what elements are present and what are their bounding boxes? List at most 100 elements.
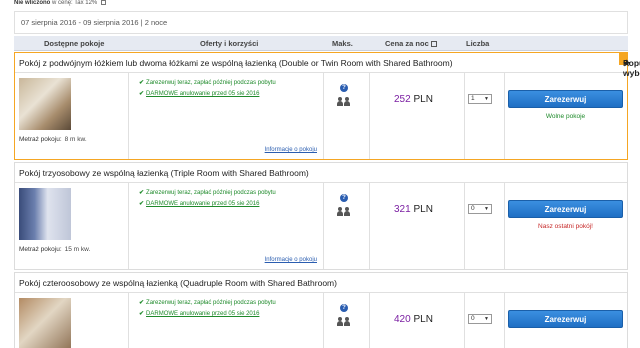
max-occupancy-cell: ? <box>324 73 370 159</box>
offer-pay-later: ✔ Zarezerwuj teraz, zapłać później podcza… <box>139 79 276 86</box>
tax-note: Nie wliczono w cenę: Tax 12% <box>14 0 106 10</box>
chevron-down-icon: ▼ <box>484 206 489 212</box>
chevron-down-icon: ▼ <box>484 316 489 322</box>
quantity-cell: 0 ▼ <box>465 183 505 269</box>
room-title[interactable]: Pokój czteroosobowy ze wspólną łazienką … <box>19 278 337 288</box>
room-title-bar: Pokój z podwójnym łóżkiem lub dwoma łóżk… <box>15 53 640 78</box>
room-title[interactable]: Pokój z podwójnym łóżkiem lub dwoma łóżk… <box>19 58 453 68</box>
currency-info-icon[interactable] <box>430 41 437 48</box>
quantity-select[interactable]: 0 ▼ <box>468 204 492 214</box>
price: 321 PLN <box>394 204 433 215</box>
check-icon: ✔ <box>139 300 145 306</box>
room-title[interactable]: Pokój trzyosobowy ze wspólną łazienką (T… <box>19 168 309 178</box>
room-row-quadruple: Pokój czteroosobowy ze wspólną łazienką … <box>14 272 628 348</box>
room-row-double-twin: Pokój z podwójnym łóżkiem lub dwoma łóżk… <box>14 52 640 160</box>
question-icon[interactable]: ? <box>340 194 348 202</box>
price-currency: PLN <box>413 314 433 325</box>
table-header: Dostępne pokoje Oferty i korzyści Maks. … <box>14 36 628 51</box>
price-value: 321 <box>394 204 411 215</box>
booking-cell: Zarezerwuj Wolne pokoje <box>505 73 627 159</box>
room-area: Metraż pokoju: 15 m kw. <box>19 246 90 253</box>
offer-pay-later-text: Zarezerwuj teraz, zapłać później podczas… <box>146 190 276 196</box>
booking-cell: Zarezerwuj <box>505 293 627 348</box>
header-price-label: Cena za noc <box>385 39 429 48</box>
offer-free-cancel: ✔ DARMOWE anulowanie przed 05 sie 2016 <box>139 310 259 317</box>
two-persons-icon <box>337 316 351 326</box>
price-cell: 321 PLN <box>370 183 465 269</box>
book-button[interactable]: Zarezerwuj <box>508 200 623 218</box>
room-area-value: 8 m kw. <box>64 136 87 143</box>
offers-cell: ✔ Zarezerwuj teraz, zapłać później podcza… <box>129 183 324 269</box>
offer-pay-later: ✔ Zarezerwuj teraz, zapłać później podcza… <box>139 299 276 306</box>
max-occupancy-cell: ? <box>324 183 370 269</box>
room-photo-cell <box>15 293 129 348</box>
offer-free-cancel-link[interactable]: DARMOWE anulowanie przed 05 sie 2016 <box>146 201 259 207</box>
quantity-select[interactable]: 1 ▼ <box>468 94 492 104</box>
price-currency: PLN <box>413 204 433 215</box>
header-rooms: Dostępne pokoje <box>44 39 105 48</box>
header-max: Maks. <box>332 39 353 48</box>
header-offers: Oferty i korzyści <box>200 39 259 48</box>
booking-cell: Zarezerwuj Nasz ostatni pokój! <box>505 183 627 269</box>
date-range-text: 07 sierpnia 2016 - 09 sierpnia 2016 | 2 … <box>21 18 168 27</box>
question-icon[interactable]: ? <box>340 304 348 312</box>
two-persons-icon <box>337 206 351 216</box>
availability-text: Wolne pokoje <box>545 113 586 120</box>
offer-free-cancel-link[interactable]: DARMOWE anulowanie przed 05 sie 2016 <box>146 311 259 317</box>
room-photo[interactable] <box>19 78 71 130</box>
offers-cell: ✔ Zarezerwuj teraz, zapłać później podcza… <box>129 73 324 159</box>
price-currency: PLN <box>413 94 433 105</box>
room-photo-cell: Metraż pokoju: 15 m kw. <box>15 183 129 269</box>
quantity-cell: 0 ▼ <box>465 293 505 348</box>
question-icon[interactable]: ? <box>340 84 348 92</box>
check-icon: ✔ <box>139 311 145 317</box>
quantity-cell: 1 ▼ <box>465 73 505 159</box>
price: 252 PLN <box>394 94 433 105</box>
room-photo-cell: Metraż pokoju: 8 m kw. <box>15 73 129 159</box>
external-link-icon[interactable] <box>100 0 106 5</box>
price-cell: 252 PLN <box>370 73 465 159</box>
check-icon: ✔ <box>139 201 145 207</box>
room-title-bar: Pokój czteroosobowy ze wspólną łazienką … <box>15 273 627 293</box>
quantity-value: 0 <box>471 205 475 212</box>
room-title-bar: Pokój trzyosobowy ze wspólną łazienką (T… <box>15 163 627 183</box>
offers-cell: ✔ Zarezerwuj teraz, zapłać później podcza… <box>129 293 324 348</box>
offer-free-cancel: ✔ DARMOWE anulowanie przed 05 sie 2016 <box>139 200 259 207</box>
room-row-triple: Pokój trzyosobowy ze wspólną łazienką (T… <box>14 162 628 270</box>
price-value: 420 <box>394 314 411 325</box>
quantity-value: 0 <box>471 315 475 322</box>
check-icon: ✔ <box>139 190 145 196</box>
offer-free-cancel-link[interactable]: DARMOWE anulowanie przed 05 sie 2016 <box>146 91 259 97</box>
room-info-link[interactable]: Informacje o pokoju <box>265 147 317 153</box>
tax-note-text: w cenę: Tax 12% <box>52 0 98 7</box>
book-button[interactable]: Zarezerwuj <box>508 310 623 328</box>
quantity-select[interactable]: 0 ▼ <box>468 314 492 324</box>
room-photo[interactable] <box>19 298 71 348</box>
room-photo[interactable] <box>19 188 71 240</box>
header-price: Cena za noc <box>385 39 437 48</box>
quantity-value: 1 <box>471 95 475 102</box>
room-area: Metraż pokoju: 8 m kw. <box>19 136 87 143</box>
offer-pay-later-text: Zarezerwuj teraz, zapłać później podczas… <box>146 80 276 86</box>
availability-text: Nasz ostatni pokój! <box>538 223 593 230</box>
check-icon: ✔ <box>139 91 145 97</box>
offer-free-cancel: ✔ DARMOWE anulowanie przed 05 sie 2016 <box>139 90 259 97</box>
price-value: 252 <box>394 94 411 105</box>
price-cell: 420 PLN <box>370 293 465 348</box>
offer-pay-later-text: Zarezerwuj teraz, zapłać później podczas… <box>146 300 276 306</box>
room-area-value: 15 m kw. <box>64 246 91 253</box>
two-persons-icon <box>337 96 351 106</box>
check-icon: ✔ <box>139 80 145 86</box>
book-button[interactable]: Zarezerwuj <box>508 90 623 108</box>
popular-choice-badge: ★Popularny wybór! <box>619 53 640 78</box>
tax-note-label: Nie wliczono <box>14 0 51 7</box>
room-area-label: Metraż pokoju: <box>19 246 62 253</box>
chevron-down-icon: ▼ <box>484 96 489 102</box>
room-info-link[interactable]: Informacje o pokoju <box>265 257 317 263</box>
header-count: Liczba <box>466 39 490 48</box>
date-range-bar[interactable]: 07 sierpnia 2016 - 09 sierpnia 2016 | 2 … <box>14 11 628 34</box>
offer-pay-later: ✔ Zarezerwuj teraz, zapłać później podcza… <box>139 189 276 196</box>
max-occupancy-cell: ? <box>324 293 370 348</box>
price: 420 PLN <box>394 314 433 325</box>
room-area-label: Metraż pokoju: <box>19 136 62 143</box>
